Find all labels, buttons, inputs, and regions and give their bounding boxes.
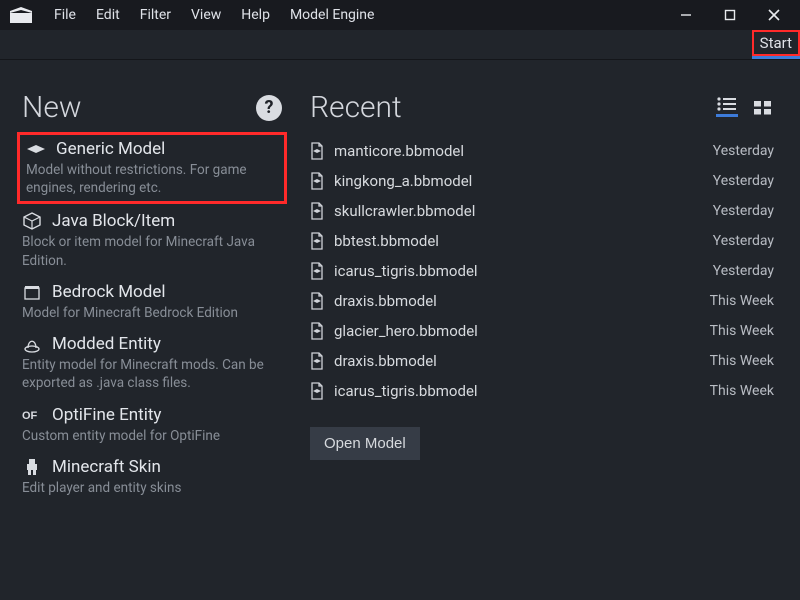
new-item-desc: Entity model for Minecraft mods. Can be …	[22, 356, 282, 392]
new-item-title: Generic Model	[56, 139, 165, 159]
menu-bar: File Edit Filter View Help Model Engine	[44, 3, 384, 27]
new-item-desc: Edit player and entity skins	[22, 479, 282, 497]
recent-file-time: Yesterday	[713, 173, 774, 189]
file-icon	[310, 262, 326, 280]
file-icon	[310, 172, 326, 190]
new-item-title: Modded Entity	[52, 334, 161, 354]
new-item-title: OptiFine Entity	[52, 405, 161, 425]
new-item-desc: Block or item model for Minecraft Java E…	[22, 233, 282, 269]
recent-file[interactable]: manticore.bbmodel Yesterday	[310, 139, 774, 163]
recent-file-name: manticore.bbmodel	[334, 142, 464, 160]
recent-file-time: This Week	[710, 383, 774, 399]
recent-file-name: icarus_tigris.bbmodel	[334, 262, 478, 280]
recent-file[interactable]: icarus_tigris.bbmodel Yesterday	[310, 259, 774, 283]
recent-file[interactable]: draxis.bbmodel This Week	[310, 289, 774, 313]
file-icon	[310, 352, 326, 370]
start-page: New ? Generic Model Model without restri…	[0, 60, 800, 600]
list-view-button[interactable]	[716, 99, 738, 117]
title-bar: File Edit Filter View Help Model Engine	[0, 0, 800, 30]
file-icon	[310, 292, 326, 310]
recent-file-name: kingkong_a.bbmodel	[334, 172, 472, 190]
new-item-title: Bedrock Model	[52, 282, 166, 302]
help-icon[interactable]: ?	[256, 95, 282, 121]
tab-strip: Start	[0, 30, 800, 60]
recent-file[interactable]: kingkong_a.bbmodel Yesterday	[310, 169, 774, 193]
java-block-icon	[22, 212, 42, 230]
skin-icon	[22, 458, 42, 476]
open-model-button[interactable]: Open Model	[310, 427, 420, 460]
app-logo-icon	[8, 5, 34, 25]
recent-file-time: Yesterday	[713, 233, 774, 249]
maximize-button[interactable]	[708, 0, 752, 30]
tab-start[interactable]: Start	[752, 30, 800, 59]
optifine-icon: OF	[22, 406, 42, 424]
file-icon	[310, 322, 326, 340]
new-item-desc: Custom entity model for OptiFine	[22, 427, 282, 445]
recent-file-name: bbtest.bbmodel	[334, 232, 439, 250]
recent-section: Recent	[300, 90, 800, 600]
grid-view-button[interactable]	[752, 99, 774, 117]
recent-file-time: This Week	[710, 353, 774, 369]
recent-file[interactable]: skullcrawler.bbmodel Yesterday	[310, 199, 774, 223]
recent-file-name: skullcrawler.bbmodel	[334, 202, 475, 220]
menu-model-engine[interactable]: Model Engine	[280, 3, 385, 27]
recent-file-time: This Week	[710, 293, 774, 309]
modded-entity-icon	[22, 335, 42, 353]
recent-list: manticore.bbmodel Yesterday kingkong_a.b…	[310, 139, 774, 403]
new-item-optifine-entity[interactable]: OF OptiFine Entity Custom entity model f…	[22, 405, 282, 445]
recent-file-name: glacier_hero.bbmodel	[334, 322, 478, 340]
recent-file[interactable]: icarus_tigris.bbmodel This Week	[310, 379, 774, 403]
generic-model-icon	[26, 140, 46, 158]
recent-file-time: Yesterday	[713, 203, 774, 219]
recent-file[interactable]: glacier_hero.bbmodel This Week	[310, 319, 774, 343]
new-list: Generic Model Model without restrictions…	[22, 137, 282, 497]
new-item-modded-entity[interactable]: Modded Entity Entity model for Minecraft…	[22, 334, 282, 392]
bedrock-icon	[22, 283, 42, 301]
menu-view[interactable]: View	[181, 3, 231, 27]
window-controls	[664, 0, 796, 30]
minimize-button[interactable]	[664, 0, 708, 30]
recent-file-name: icarus_tigris.bbmodel	[334, 382, 478, 400]
menu-filter[interactable]: Filter	[130, 3, 181, 27]
file-icon	[310, 232, 326, 250]
new-item-desc: Model without restrictions. For game eng…	[26, 161, 278, 197]
recent-file-name: draxis.bbmodel	[334, 292, 437, 310]
menu-edit[interactable]: Edit	[86, 3, 130, 27]
menu-help[interactable]: Help	[231, 3, 280, 27]
new-heading: New	[22, 90, 81, 125]
svg-text:OF: OF	[22, 410, 38, 422]
recent-file-name: draxis.bbmodel	[334, 352, 437, 370]
recent-heading: Recent	[310, 90, 402, 125]
file-icon	[310, 142, 326, 160]
menu-file[interactable]: File	[44, 3, 86, 27]
new-item-title: Java Block/Item	[52, 211, 175, 231]
file-icon	[310, 382, 326, 400]
new-item-minecraft-skin[interactable]: Minecraft Skin Edit player and entity sk…	[22, 457, 282, 497]
new-item-generic-model[interactable]: Generic Model Model without restrictions…	[22, 137, 282, 199]
new-item-title: Minecraft Skin	[52, 457, 161, 477]
new-item-desc: Model for Minecraft Bedrock Edition	[22, 304, 282, 322]
new-item-bedrock-model[interactable]: Bedrock Model Model for Minecraft Bedroc…	[22, 282, 282, 322]
recent-file-time: This Week	[710, 323, 774, 339]
view-toggle	[716, 99, 774, 117]
recent-file[interactable]: draxis.bbmodel This Week	[310, 349, 774, 373]
file-icon	[310, 202, 326, 220]
new-item-java-block[interactable]: Java Block/Item Block or item model for …	[22, 211, 282, 269]
close-button[interactable]	[752, 0, 796, 30]
new-section: New ? Generic Model Model without restri…	[0, 90, 300, 600]
recent-file-time: Yesterday	[713, 263, 774, 279]
recent-file-time: Yesterday	[713, 143, 774, 159]
recent-file[interactable]: bbtest.bbmodel Yesterday	[310, 229, 774, 253]
